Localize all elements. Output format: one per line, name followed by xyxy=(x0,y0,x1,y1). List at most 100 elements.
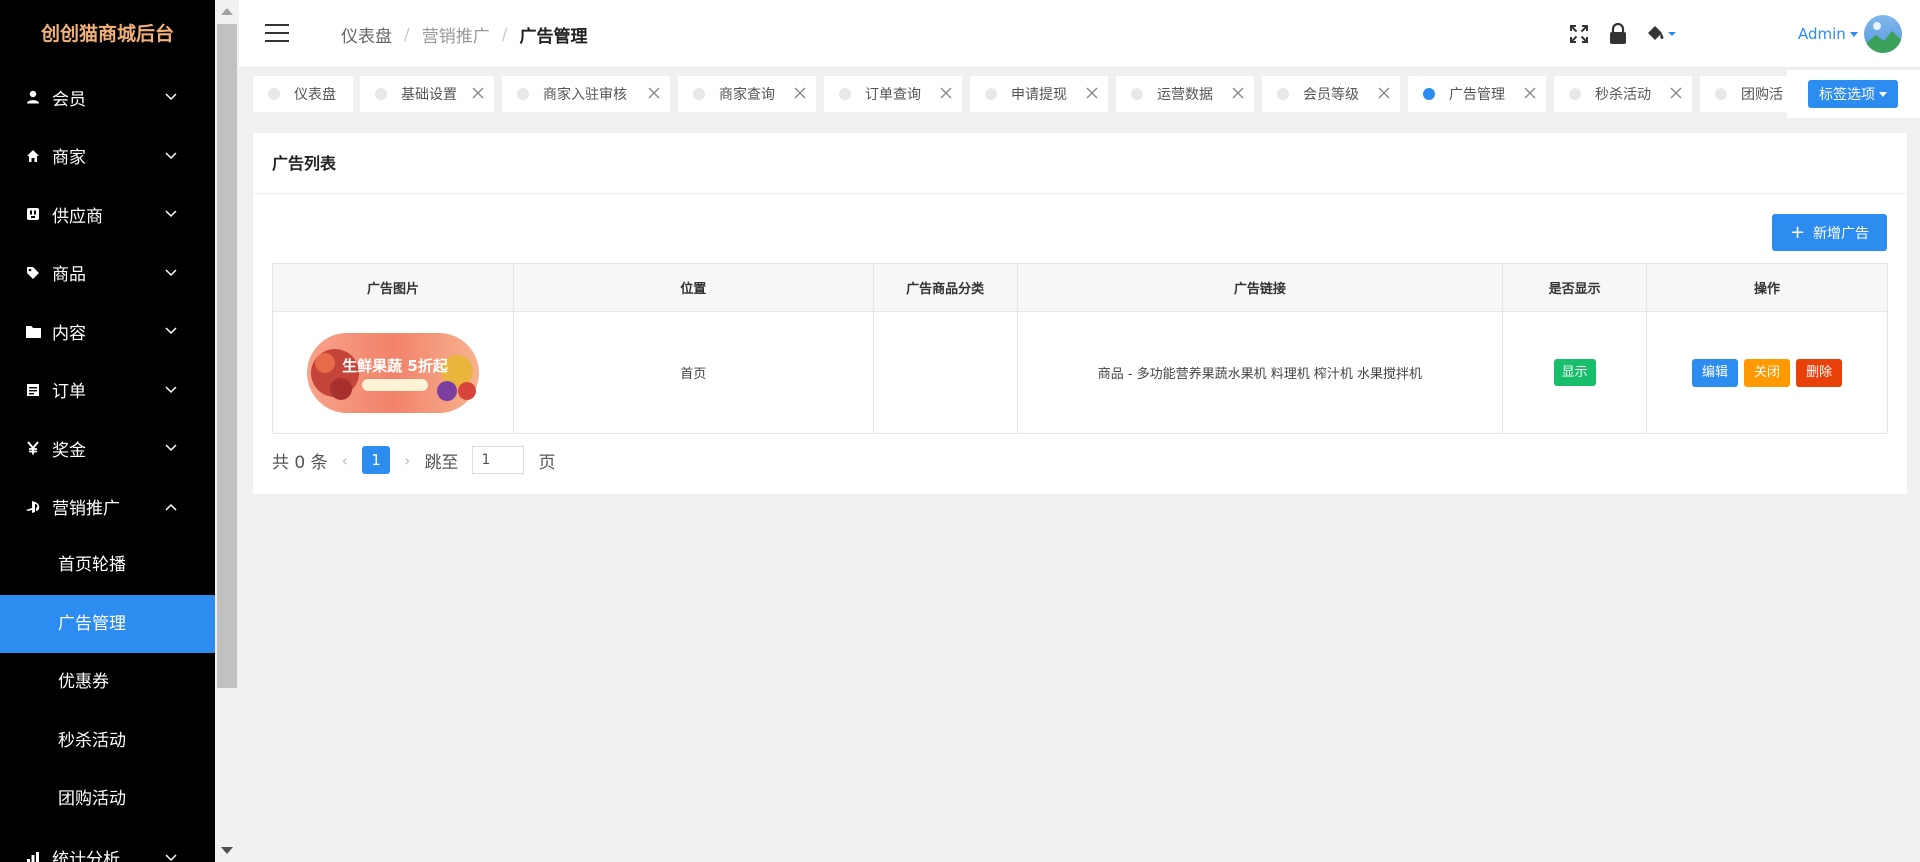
close-icon[interactable] xyxy=(1378,87,1390,99)
ad-table: 广告图片 位置 广告商品分类 广告链接 是否显示 操作 生鲜果蔬 5折起 首页 … xyxy=(272,263,1888,434)
breadcrumb-item[interactable]: 仪表盘 xyxy=(341,22,392,47)
tab-dot-icon xyxy=(1277,88,1289,100)
tab-member-level[interactable]: 会员等级 xyxy=(1262,76,1400,112)
table-header-row: 广告图片 位置 广告商品分类 广告链接 是否显示 操作 xyxy=(272,263,1888,312)
close-icon[interactable] xyxy=(794,87,806,99)
close-icon[interactable] xyxy=(1232,87,1244,99)
home-icon xyxy=(26,149,44,163)
folder-icon xyxy=(26,325,44,338)
tab-withdraw-request[interactable]: 申请提现 xyxy=(970,76,1108,112)
sidebar-item-order[interactable]: 订单 xyxy=(0,361,215,420)
sidebar-item-goods[interactable]: 商品 xyxy=(0,244,215,303)
display-status-badge[interactable]: 显示 xyxy=(1553,359,1596,386)
tab-order-query[interactable]: 订单查询 xyxy=(824,76,962,112)
column-header: 操作 xyxy=(1646,263,1888,312)
chevron-down-icon xyxy=(165,386,177,394)
sidebar-item-statistics[interactable]: 统计分析 xyxy=(0,829,215,862)
pagination: 共 0 条 ‹ 1 › 跳至 页 xyxy=(272,445,555,475)
chevron-down-icon xyxy=(165,854,177,862)
add-ad-button[interactable]: + 新增广告 xyxy=(1772,214,1887,251)
menu-toggle-icon[interactable] xyxy=(265,24,289,44)
column-header: 位置 xyxy=(512,263,874,312)
ad-list-card: 广告列表 + 新增广告 广告图片 位置 广告商品分类 广告链接 是否显示 操作 xyxy=(253,133,1907,494)
user-icon xyxy=(26,90,44,104)
delete-button[interactable]: 删除 xyxy=(1796,358,1843,387)
tab-operation-data[interactable]: 运营数据 xyxy=(1116,76,1254,112)
submenu-item-flash-sale[interactable]: 秒杀活动 xyxy=(0,712,215,771)
link-cell: 商品 - 多功能营养果蔬水果机 料理机 榨汁机 水果搅拌机 xyxy=(1016,311,1504,434)
breadcrumb-current: 广告管理 xyxy=(519,27,588,47)
lock-icon[interactable] xyxy=(1604,20,1632,48)
banner-text: 生鲜果蔬 5折起 xyxy=(342,357,449,375)
next-page-icon[interactable]: › xyxy=(404,451,410,470)
sidebar-item-content[interactable]: 内容 xyxy=(0,302,215,361)
close-icon[interactable] xyxy=(648,87,660,99)
scroll-up-arrow[interactable] xyxy=(221,8,233,15)
tab-merchant-query[interactable]: 商家查询 xyxy=(678,76,816,112)
prev-page-icon[interactable]: ‹ xyxy=(342,451,348,470)
sidebar-item-supplier[interactable]: 供应商 xyxy=(0,185,215,244)
tab-merchant-review[interactable]: 商家入驻审核 xyxy=(502,76,670,112)
close-icon[interactable] xyxy=(1524,87,1536,99)
display-cell: 显示 xyxy=(1502,311,1648,434)
jump-label: 跳至 xyxy=(424,452,459,473)
tab-dot-icon xyxy=(985,88,997,100)
avatar[interactable] xyxy=(1864,15,1902,53)
close-icon[interactable] xyxy=(472,87,484,99)
list-icon xyxy=(26,383,44,397)
submenu-item-coupon[interactable]: 优惠券 xyxy=(0,653,215,712)
tab-basic-settings[interactable]: 基础设置 xyxy=(360,76,494,112)
fullscreen-icon[interactable] xyxy=(1565,20,1593,48)
column-header: 广告商品分类 xyxy=(872,263,1018,312)
column-header: 广告图片 xyxy=(272,263,514,312)
chevron-down-icon xyxy=(165,93,177,101)
sidebar-item-marketing[interactable]: 营销推广 xyxy=(0,478,215,537)
plus-icon: + xyxy=(1789,221,1806,243)
chart-icon xyxy=(26,851,44,862)
yen-icon xyxy=(26,441,44,455)
ad-banner-image: 生鲜果蔬 5折起 xyxy=(306,323,479,423)
close-icon[interactable] xyxy=(1086,87,1098,99)
category-cell xyxy=(872,311,1018,434)
chevron-down-icon xyxy=(165,152,177,160)
scrollbar-thumb[interactable] xyxy=(217,24,237,688)
scroll-down-arrow[interactable] xyxy=(221,847,233,854)
page-number-current[interactable]: 1 xyxy=(362,446,391,474)
tab-dot-icon xyxy=(1423,88,1435,100)
submenu-item-home-carousel[interactable]: 首页轮播 xyxy=(0,536,215,595)
tab-dot-icon xyxy=(693,88,705,100)
plug-icon xyxy=(26,207,44,221)
card-title: 广告列表 xyxy=(253,133,1907,194)
chevron-down-icon xyxy=(165,327,177,335)
jump-page-input[interactable] xyxy=(472,446,525,474)
tab-dashboard[interactable]: 仪表盘 xyxy=(253,76,353,112)
close-icon[interactable] xyxy=(1670,87,1682,99)
chevron-down-icon xyxy=(165,444,177,452)
sidebar-item-merchant[interactable]: 商家 xyxy=(0,127,215,186)
breadcrumb-item[interactable]: 营销推广 xyxy=(422,22,490,47)
theme-paint-icon[interactable] xyxy=(1644,20,1678,48)
tab-dot-icon xyxy=(1569,88,1581,100)
user-menu[interactable]: Admin xyxy=(1798,25,1858,43)
tab-options-container: 标签选项 xyxy=(1787,70,1920,118)
table-row: 生鲜果蔬 5折起 首页 商品 - 多功能营养果蔬水果机 料理机 榨汁机 水果搅拌… xyxy=(272,311,1888,434)
tab-ad-management[interactable]: 广告管理 xyxy=(1408,76,1546,112)
tab-dot-icon xyxy=(268,88,280,100)
sidebar-item-bonus[interactable]: 奖金 xyxy=(0,419,215,478)
tab-dot-icon xyxy=(1715,88,1727,100)
tag-icon xyxy=(26,266,44,280)
tab-options-button[interactable]: 标签选项 xyxy=(1808,80,1898,108)
submenu-item-ad-management[interactable]: 广告管理 xyxy=(0,594,215,653)
submenu-item-group-buy[interactable]: 团购活动 xyxy=(0,770,215,829)
edit-button[interactable]: 编辑 xyxy=(1692,358,1739,387)
close-ad-button[interactable]: 关闭 xyxy=(1744,358,1791,387)
sidebar-item-member[interactable]: 会员 xyxy=(0,68,215,127)
close-icon[interactable] xyxy=(940,87,952,99)
sidebar-scrollbar[interactable] xyxy=(215,0,239,862)
ad-image-cell: 生鲜果蔬 5折起 xyxy=(272,311,514,434)
position-cell: 首页 xyxy=(512,311,874,434)
tab-flash-sale[interactable]: 秒杀活动 xyxy=(1554,76,1692,112)
total-count: 共 0 条 xyxy=(272,452,328,473)
jump-suffix: 页 xyxy=(538,452,556,473)
column-header: 是否显示 xyxy=(1502,263,1648,312)
